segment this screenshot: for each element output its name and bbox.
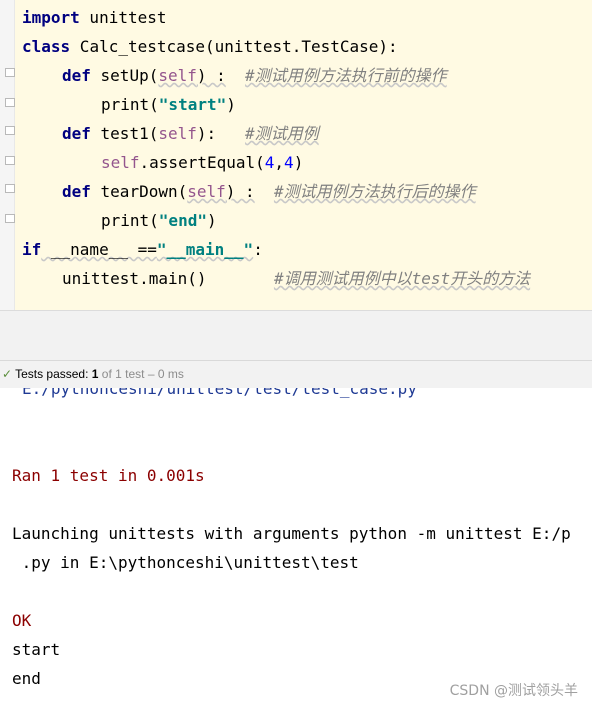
fold-marker-icon[interactable]: [5, 214, 15, 223]
console-output-start: start: [12, 640, 61, 659]
console-launch-line: Launching unittests with arguments pytho…: [12, 524, 571, 543]
code-line-6[interactable]: self.assertEqual(4,4): [101, 148, 303, 177]
code-line-4[interactable]: print("start"): [101, 90, 236, 119]
watermark: CSDN @测试领头羊: [449, 683, 578, 699]
code-line-7[interactable]: def tearDown(self) : #测试用例方法执行后的操作: [62, 177, 476, 206]
fold-marker-icon[interactable]: [5, 68, 15, 77]
code-line-9[interactable]: if __name__ =="__main__":: [22, 235, 263, 264]
fold-marker-icon[interactable]: [5, 156, 15, 165]
console-output-end: end: [12, 669, 41, 688]
code-line-3[interactable]: def setUp(self) : #测试用例方法执行前的操作: [62, 61, 447, 90]
console-ran-line: Ran 1 test in 0.001s: [12, 466, 205, 485]
fold-marker-icon[interactable]: [5, 98, 15, 107]
editor-gutter: [0, 0, 15, 310]
fold-marker-icon[interactable]: [5, 184, 15, 193]
run-console[interactable]: E:/pythonceshi/unittest/test/test_case.p…: [0, 388, 592, 706]
test-summary: of 1 test – 0 ms: [98, 367, 184, 381]
console-path-line[interactable]: E:/pythonceshi/unittest/test/test_case.p…: [22, 388, 417, 403]
console-launch-line-2: .py in E:\pythonceshi\unittest\test: [12, 553, 359, 572]
code-editor[interactable]: import unittest class Calc_testcase(unit…: [0, 0, 592, 310]
code-line-8[interactable]: print("end"): [101, 206, 217, 235]
check-icon: ✓: [2, 367, 13, 381]
tests-passed-label: Tests passed:: [15, 367, 92, 381]
console-ok-line: OK: [12, 611, 32, 630]
fold-marker-icon[interactable]: [5, 126, 15, 135]
code-line-5[interactable]: def test1(self): #测试用例: [62, 119, 319, 148]
test-status-bar: ✓ Tests passed: 1 of 1 test – 0 ms: [0, 360, 592, 389]
code-line-10[interactable]: unittest.main() #调用测试用例中以test开头的方法: [62, 264, 530, 293]
code-line-1[interactable]: import unittest: [22, 3, 167, 32]
panel-splitter[interactable]: [0, 310, 592, 361]
code-line-2[interactable]: class Calc_testcase(unittest.TestCase):: [22, 32, 398, 61]
